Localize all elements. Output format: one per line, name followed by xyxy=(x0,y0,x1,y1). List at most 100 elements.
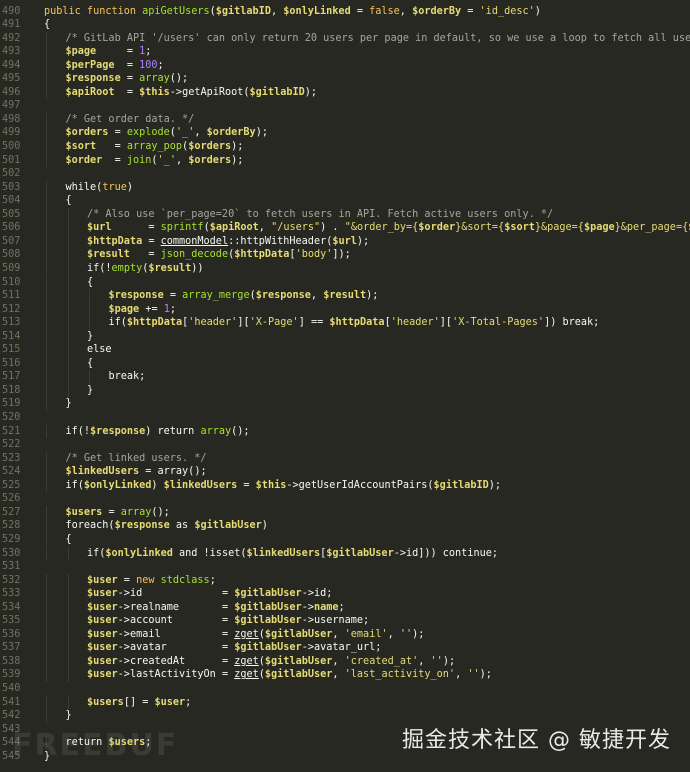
line-number: 532 xyxy=(2,574,21,586)
code-token: '' xyxy=(467,669,480,681)
code-token: { xyxy=(44,19,51,31)
line-number: 536 xyxy=(2,628,21,640)
code-token: , xyxy=(175,154,189,166)
code-token: $user xyxy=(87,655,118,667)
code-token: $response xyxy=(108,290,164,302)
code-token: = xyxy=(102,506,121,518)
indent-guide xyxy=(46,85,47,100)
indent-guide xyxy=(67,573,69,588)
indent-guide xyxy=(46,519,47,533)
indent-guide xyxy=(46,478,47,493)
code-token: $response xyxy=(255,290,311,302)
code-token: (); xyxy=(169,73,189,85)
code-line: 529 { xyxy=(0,532,690,547)
line-number: 540 xyxy=(2,683,21,694)
indent-guide xyxy=(46,627,47,642)
code-token: if( xyxy=(108,317,127,329)
indent-guide xyxy=(67,343,69,357)
indent-guide xyxy=(46,573,47,588)
code-token: foreach( xyxy=(65,520,115,532)
code-token: ; xyxy=(169,303,176,315)
line-number: 525 xyxy=(2,479,21,491)
code-token: '' xyxy=(430,655,443,667)
freebuf-watermark: FREEBUF xyxy=(12,728,179,763)
line-number: 513 xyxy=(2,317,21,329)
code-text: $httpData = commonModel::httpWithHeader(… xyxy=(87,235,369,249)
code-token: ->avatar = xyxy=(117,642,235,654)
indent-guide xyxy=(46,72,47,86)
code-token: ; xyxy=(145,46,152,58)
code-token: $gitlabUser xyxy=(234,588,302,600)
code-token: $httpData xyxy=(87,235,143,247)
code-token: if(! xyxy=(65,425,91,437)
code-token: ) return xyxy=(145,425,201,437)
indent-guide xyxy=(46,343,47,357)
line-number: 527 xyxy=(2,506,21,518)
code-token: break; xyxy=(108,371,146,383)
line-number: 539 xyxy=(2,669,21,681)
indent-guide xyxy=(67,370,69,384)
indent-guide xyxy=(46,383,47,398)
code-token: = xyxy=(114,86,140,98)
code-text: if(!empty($result)) xyxy=(87,262,204,276)
code-token: $result xyxy=(323,290,367,302)
code-token: $gitlabUser xyxy=(264,669,333,681)
code-token: $gitlabID xyxy=(215,5,271,17)
indent-guide xyxy=(67,356,69,371)
indent-guide xyxy=(46,248,47,262)
code-token: }&per_page={ xyxy=(614,222,689,234)
code-token: $result xyxy=(87,249,130,261)
code-line: 513 if($httpData['header']['X-Page'] == $… xyxy=(0,316,690,330)
code-token: $httpData xyxy=(234,249,290,261)
code-token: ); xyxy=(479,669,492,681)
code-token: $user xyxy=(87,588,118,600)
code-token: $url xyxy=(332,235,357,247)
code-token: $gitlabID xyxy=(433,479,489,491)
code-editor[interactable]: 490 public function apiGetUsers($gitlabID… xyxy=(0,0,690,772)
line-number: 517 xyxy=(2,371,21,383)
code-token: $gitlabUser xyxy=(234,642,302,654)
code-line: 520 xyxy=(0,411,690,425)
code-token: array xyxy=(200,425,232,437)
code-token: ; xyxy=(157,59,164,71)
code-token: 'X-Total-Pages' xyxy=(452,317,545,329)
code-token: if( xyxy=(65,479,84,491)
line-number: 537 xyxy=(2,642,21,654)
code-token: ); xyxy=(412,628,425,640)
code-token: 'header' xyxy=(390,317,440,329)
code-token: }&sort={ xyxy=(455,222,505,234)
code-token: ->getUserIdAccountPairs( xyxy=(286,479,434,491)
line-number: 506 xyxy=(2,222,21,234)
indent-guide xyxy=(67,248,69,262)
code-line: 512 $page += 1; xyxy=(0,302,690,317)
code-token: $linkedUsers xyxy=(65,466,140,478)
indent-guide xyxy=(46,451,47,466)
code-token: $httpData xyxy=(126,317,183,329)
code-token: $orderBy xyxy=(206,127,256,139)
line-number: 504 xyxy=(2,195,21,207)
indent-guide xyxy=(67,383,69,398)
line-number: 519 xyxy=(2,398,21,410)
code-text: $orders = explode('_', $orderBy); xyxy=(66,126,268,140)
code-token: zget xyxy=(234,669,259,681)
code-token: ; xyxy=(338,601,345,613)
code-text: $user->realname = $gitlabUser->name; xyxy=(87,601,345,615)
code-token: , xyxy=(332,669,345,681)
code-text: $user = new stdclass; xyxy=(87,574,216,588)
code-token: $orders xyxy=(188,154,232,166)
code-token: ) xyxy=(126,181,133,193)
indent-guide xyxy=(46,234,47,249)
code-token: ); xyxy=(231,141,244,152)
code-line: 532 $user = new stdclass; xyxy=(0,573,690,588)
code-token: = xyxy=(96,46,140,58)
indent-guide xyxy=(67,600,69,615)
code-line: 506 $url = sprintf($apiRoot, "/users") . … xyxy=(0,221,690,235)
code-line: 542} xyxy=(0,709,690,723)
code-token: zget xyxy=(234,655,259,667)
code-text: $user->createdAt = zget($gitlabUser, 'cr… xyxy=(87,655,455,669)
code-token: if( xyxy=(87,547,106,559)
code-line: 495 $response = array(); xyxy=(0,72,690,86)
code-token: , xyxy=(194,127,207,139)
code-text: $user->lastActivityOn = zget($gitlabUser… xyxy=(87,668,492,682)
code-line: 494 $perPage = 100; xyxy=(0,58,690,73)
